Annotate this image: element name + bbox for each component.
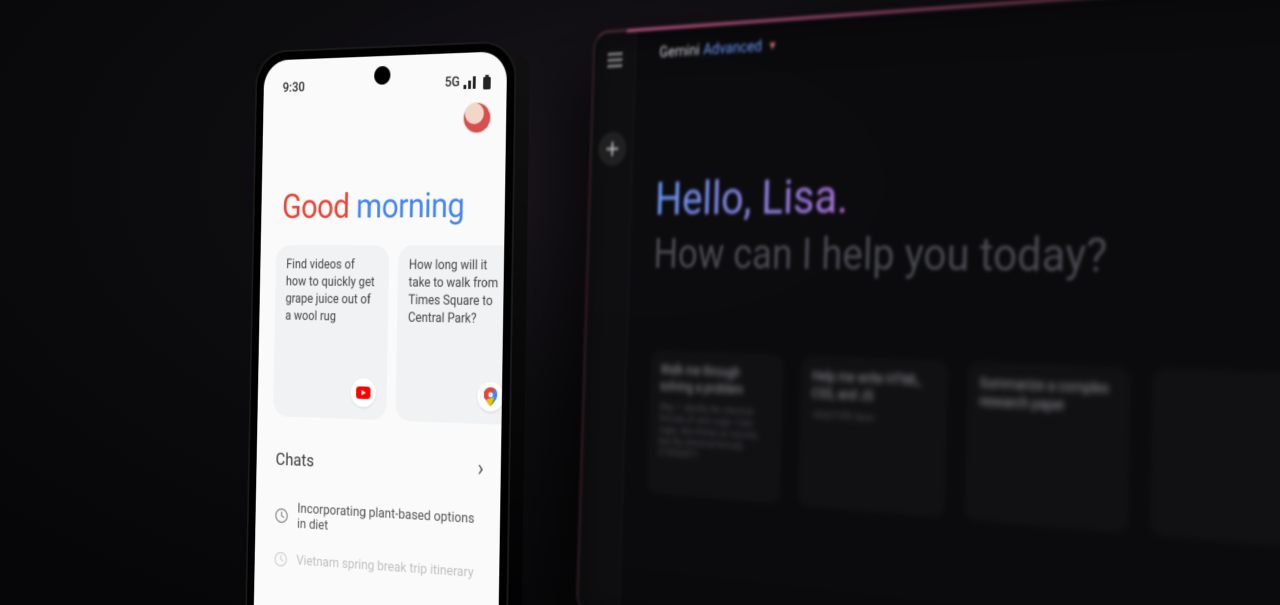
- youtube-icon: [350, 378, 376, 408]
- greeting-word-1: Good: [282, 187, 350, 227]
- signal-icon: [463, 76, 478, 89]
- greeting-word-2: morning: [349, 186, 465, 227]
- suggestion-text: Find videos of how to quickly get grape …: [285, 257, 378, 327]
- tablet-card-body: Step 1: identify the chemical formula of…: [658, 402, 772, 467]
- tablet-screen: Gemini Advanced ▼ Hello, Lisa. How can I…: [576, 0, 1280, 605]
- camera-hole: [374, 66, 391, 85]
- brand-selector[interactable]: Gemini Advanced ▼: [659, 0, 1280, 61]
- chevron-right-icon: ›: [477, 455, 484, 482]
- caret-down-icon: ▼: [767, 38, 777, 52]
- phone-device: 9:30 5G Good: [244, 40, 517, 605]
- chat-title: Incorporating plant-based options in die…: [297, 501, 483, 543]
- tablet-card-title: Walk me through solving a problem: [660, 362, 773, 400]
- hero-prompt: How can I help you today?: [653, 226, 1280, 288]
- tablet-card[interactable]: Summarize a complex research paper: [964, 361, 1132, 534]
- tablet-card-body: <!DOCTYPE html>: [811, 411, 935, 430]
- chats-label: Chats: [275, 449, 314, 471]
- tablet-card-title: Help me write HTML, CSS, and JS: [811, 368, 936, 408]
- greeting: Good morning: [261, 137, 506, 245]
- battery-icon: [482, 74, 492, 89]
- chat-item[interactable]: Incorporating plant-based options in die…: [274, 490, 483, 554]
- phone-screen: 9:30 5G Good: [253, 51, 507, 605]
- tablet-device: Gemini Advanced ▼ Hello, Lisa. How can I…: [576, 0, 1280, 605]
- chats-header[interactable]: Chats ›: [275, 446, 484, 482]
- tablet-card[interactable]: Walk me through solving a problem Step 1…: [647, 349, 785, 504]
- chat-title: Vietnam spring break trip itinerary: [296, 553, 473, 581]
- brand-name: Gemini: [659, 40, 700, 61]
- hero-hello: Hello, Lisa.: [654, 153, 1280, 226]
- tablet-suggestion-cards: Walk me through solving a problem Step 1…: [647, 349, 1280, 567]
- tablet-card[interactable]: Help me write HTML, CSS, and JS <!DOCTYP…: [797, 355, 949, 519]
- chat-item[interactable]: Vietnam spring break trip itinerary: [273, 541, 482, 593]
- new-chat-button[interactable]: [597, 131, 626, 166]
- brand-tier: Advanced: [703, 36, 762, 58]
- network-label: 5G: [445, 75, 460, 91]
- hero-greeting: Hello, Lisa. How can I help you today?: [653, 153, 1280, 288]
- tablet-main: Gemini Advanced ▼ Hello, Lisa. How can I…: [619, 0, 1280, 605]
- avatar[interactable]: [463, 102, 492, 134]
- maps-icon: [477, 382, 504, 412]
- chats-section: Chats › Incorporating plant-based option…: [254, 415, 501, 593]
- menu-icon[interactable]: [603, 45, 627, 74]
- history-icon: [274, 551, 288, 568]
- suggestion-cards[interactable]: Find videos of how to quickly get grape …: [257, 245, 504, 425]
- tablet-card-title: Summarize a complex research paper: [979, 375, 1118, 418]
- app-header: [263, 93, 507, 142]
- status-bar: 9:30 5G: [264, 51, 508, 100]
- status-right: 5G: [445, 74, 492, 91]
- history-icon: [274, 507, 288, 524]
- suggestion-text: How long will it take to walk from Times…: [408, 258, 504, 330]
- suggestion-card[interactable]: Find videos of how to quickly get grape …: [273, 245, 389, 420]
- tablet-card[interactable]: [1149, 368, 1280, 552]
- status-time: 9:30: [283, 80, 305, 96]
- suggestion-card[interactable]: How long will it take to walk from Times…: [395, 245, 504, 425]
- phone-frame: 9:30 5G Good: [244, 40, 517, 605]
- scene: Gemini Advanced ▼ Hello, Lisa. How can I…: [0, 0, 1280, 605]
